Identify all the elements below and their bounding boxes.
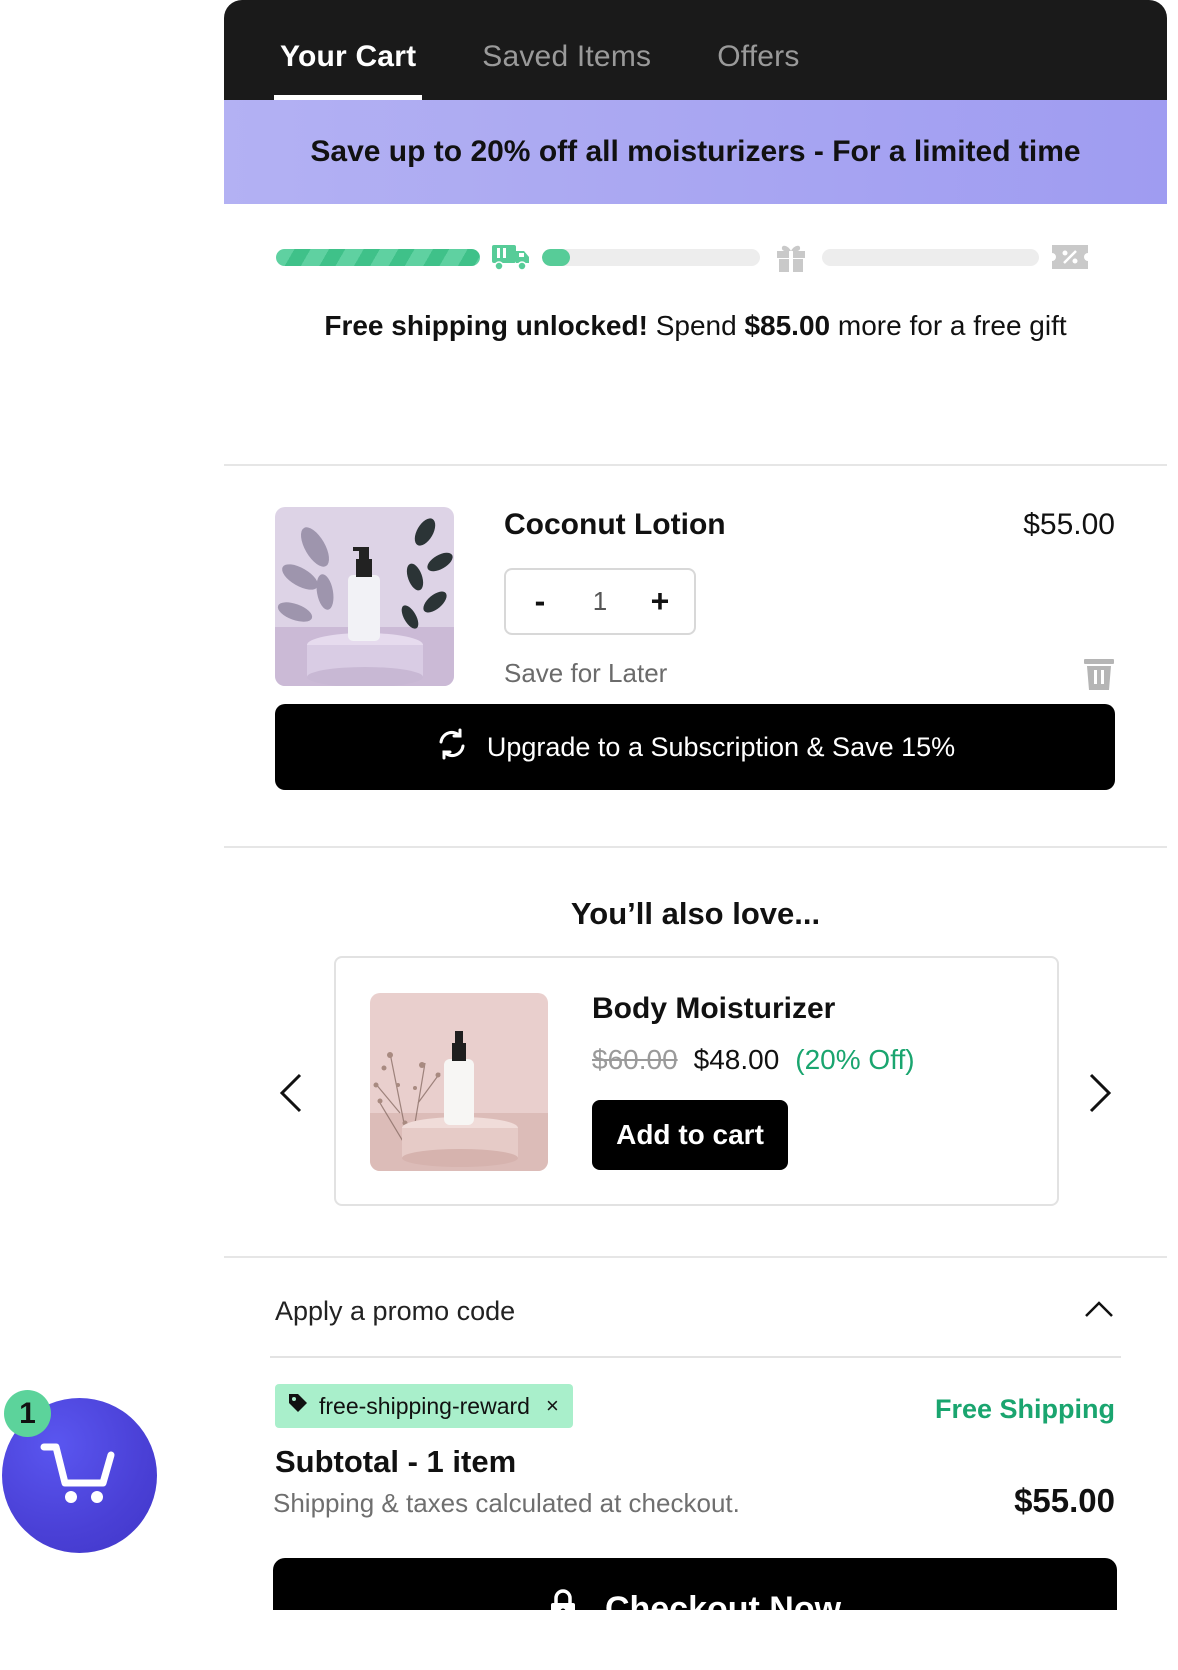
recommended-product-card: Body Moisturizer $60.00 $48.00 (20% Off)… bbox=[334, 956, 1059, 1206]
upgrade-subscription-button[interactable]: Upgrade to a Subscription & Save 15% bbox=[275, 704, 1115, 790]
progress-amount: $85.00 bbox=[744, 310, 831, 341]
coconut-lotion-image[interactable] bbox=[275, 507, 454, 686]
progress-unlocked-text: Free shipping unlocked! bbox=[324, 310, 648, 341]
truck-icon bbox=[488, 240, 534, 274]
increase-quantity-button[interactable]: + bbox=[648, 583, 672, 620]
order-summary: free-shipping-reward × Free Shipping Sub… bbox=[224, 1358, 1167, 1610]
chevron-up-icon[interactable] bbox=[1083, 1298, 1115, 1320]
percent-tag-icon bbox=[1047, 240, 1093, 274]
promo-banner-text: Save up to 20% off all moisturizers - Fo… bbox=[310, 135, 1081, 168]
original-price: $60.00 bbox=[592, 1044, 678, 1075]
item-price: $55.00 bbox=[1023, 508, 1115, 541]
sale-price: $48.00 bbox=[693, 1044, 780, 1075]
chevron-left-icon[interactable] bbox=[276, 1071, 306, 1115]
tag-icon bbox=[287, 1392, 309, 1420]
cart-icon bbox=[40, 1433, 120, 1518]
lock-icon bbox=[549, 1588, 577, 1610]
checkout-button[interactable]: Checkout Now bbox=[273, 1558, 1117, 1610]
promo-code-label: Apply a promo code bbox=[275, 1296, 516, 1326]
quantity-value[interactable]: 1 bbox=[593, 586, 607, 617]
applied-promo-code: free-shipping-reward bbox=[319, 1392, 530, 1419]
progress-segment-discount bbox=[822, 248, 1039, 266]
rewards-progress: Free shipping unlocked! Spend $85.00 mor… bbox=[224, 204, 1167, 466]
item-name[interactable]: Coconut Lotion bbox=[504, 508, 726, 542]
cart-drawer: Your Cart Saved Items Offers Save up to … bbox=[224, 0, 1167, 1610]
quantity-stepper: - 1 + bbox=[504, 568, 696, 635]
progress-segment-shipping bbox=[276, 248, 480, 266]
shipping-note: Shipping & taxes calculated at checkout. bbox=[273, 1488, 740, 1518]
save-for-later-link[interactable]: Save for Later bbox=[504, 658, 667, 689]
gift-icon bbox=[768, 240, 814, 274]
tab-offers[interactable]: Offers bbox=[711, 40, 805, 100]
recommendations-title: You’ll also love... bbox=[570, 896, 821, 931]
upgrade-subscription-label: Upgrade to a Subscription & Save 15% bbox=[486, 731, 956, 762]
applied-promo-tag: free-shipping-reward × bbox=[275, 1384, 573, 1428]
progress-segment-gift bbox=[542, 248, 760, 266]
discount-label: (20% Off) bbox=[795, 1044, 915, 1075]
add-to-cart-button[interactable]: Add to cart bbox=[592, 1100, 788, 1170]
recommended-product-name[interactable]: Body Moisturizer bbox=[592, 992, 835, 1026]
promo-code-toggle[interactable]: Apply a promo code bbox=[224, 1258, 1167, 1358]
tab-your-cart[interactable]: Your Cart bbox=[274, 40, 423, 100]
decrease-quantity-button[interactable]: - bbox=[528, 583, 552, 620]
recommendations-section: You’ll also love... Body Moisturizer $60… bbox=[224, 848, 1167, 1258]
promo-benefit: Free Shipping bbox=[934, 1394, 1115, 1424]
tab-bar: Your Cart Saved Items Offers bbox=[224, 0, 1167, 100]
chevron-right-icon[interactable] bbox=[1085, 1071, 1115, 1115]
recommended-product-prices: $60.00 $48.00 (20% Off) bbox=[592, 1044, 915, 1076]
trash-icon[interactable] bbox=[1083, 657, 1115, 691]
refresh-icon bbox=[435, 727, 469, 768]
progress-spend-text: Spend bbox=[647, 310, 745, 341]
progress-message: Free shipping unlocked! Spend $85.00 mor… bbox=[276, 310, 1115, 342]
subtotal-label: Subtotal - 1 item bbox=[275, 1444, 517, 1479]
subtotal-amount: $55.00 bbox=[1014, 1482, 1115, 1519]
cart-count-badge: 1 bbox=[4, 1390, 51, 1437]
checkout-label: Checkout Now bbox=[604, 1589, 842, 1611]
body-moisturizer-image[interactable] bbox=[370, 993, 548, 1171]
progress-gift-text: more for a free gift bbox=[830, 310, 1067, 341]
promo-banner: Save up to 20% off all moisturizers - Fo… bbox=[224, 100, 1167, 204]
cart-line-item: Coconut Lotion $55.00 - 1 + Save for Lat… bbox=[224, 466, 1167, 848]
remove-promo-button[interactable]: × bbox=[546, 1393, 559, 1419]
tab-saved-items[interactable]: Saved Items bbox=[476, 40, 657, 100]
